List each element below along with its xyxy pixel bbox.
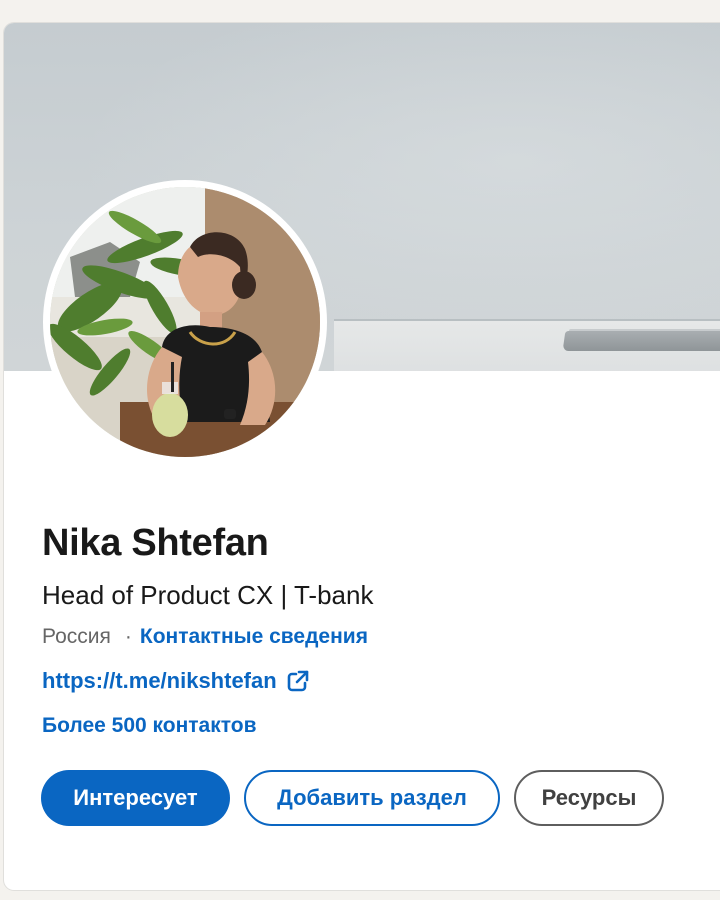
separator-dot: ·: [124, 625, 132, 648]
cover-laptop: [562, 331, 720, 351]
website-row: https://t.me/nikshtefan: [42, 668, 309, 694]
website-link[interactable]: https://t.me/nikshtefan: [42, 668, 277, 694]
add-section-button[interactable]: Добавить раздел: [244, 770, 500, 826]
location-row: Россия · Контактные сведения: [42, 625, 368, 649]
external-link-icon[interactable]: [287, 670, 309, 692]
profile-card: [4, 23, 720, 890]
open-to-button[interactable]: Интересует: [41, 770, 230, 826]
avatar[interactable]: [50, 187, 320, 457]
profile-location: Россия: [42, 625, 111, 648]
profile-name: Nika Shtefan: [42, 522, 269, 564]
resources-button[interactable]: Ресурсы: [514, 770, 664, 826]
contact-info-link[interactable]: Контактные сведения: [140, 625, 368, 649]
profile-headline: Head of Product CX | T-bank: [42, 580, 374, 610]
connections-link[interactable]: Более 500 контактов: [42, 714, 257, 738]
